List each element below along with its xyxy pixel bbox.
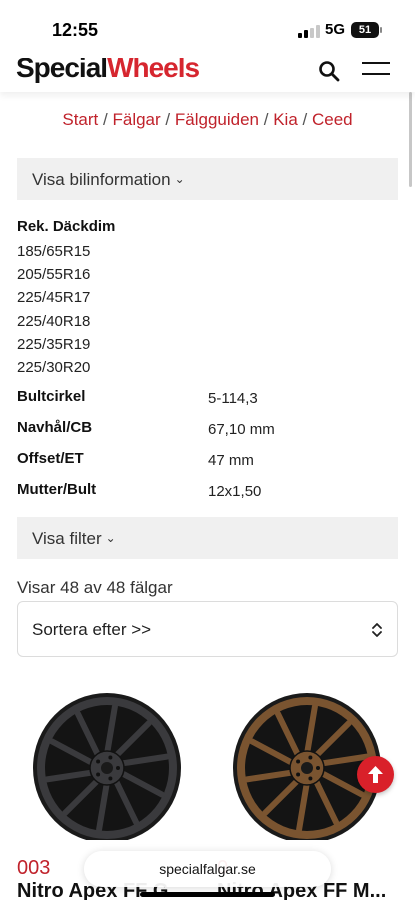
tire-size: 225/35R19 [17,335,91,353]
breadcrumb-separator: / [165,110,171,129]
sort-select-label: Sortera efter >> [32,620,152,639]
wheel-image[interactable] [17,690,197,840]
car-info-toggle[interactable]: Visa bilinformation ⌄ [17,158,398,200]
scrollbar[interactable] [409,92,412,187]
scroll-to-top-button[interactable] [357,756,394,793]
logo-text-special: Special [16,58,108,83]
clock: 12:55 [52,20,99,40]
tire-size: 205/55R16 [17,266,91,284]
network-label: 5G [325,21,346,38]
address-bar[interactable]: specialfalgar.se [84,851,331,887]
sort-select[interactable]: Sortera efter >> [17,601,398,657]
signal-icon [298,25,320,38]
spec-label: Mutter/Bult [17,481,97,498]
car-info-toggle-label: Visa bilinformation [32,170,171,189]
spec-value: 67,10 mm [208,421,275,438]
tire-size-list: 185/65R15 205/55R16 225/45R17 225/40R18 … [17,240,90,379]
chevron-down-icon: ⌄ [105,531,116,545]
logo-text-wheels: Wheels [107,58,200,83]
filter-toggle[interactable]: Visa filter ⌄ [17,517,398,559]
status-bar: 12:55 5G 51 [0,0,415,58]
menu-icon[interactable] [362,62,390,80]
site-header: SpecialWheels [0,58,415,92]
breadcrumb-ceed[interactable]: Ceed [312,110,353,129]
search-icon[interactable] [318,60,340,82]
address-bar-url: specialfalgar.se [159,861,256,877]
tire-size: 225/45R17 [17,289,91,307]
spec-value: 47 mm [208,452,254,469]
breadcrumb-start[interactable]: Start [62,110,98,129]
site-logo[interactable]: SpecialWheels [16,58,200,84]
product-number: 003 [17,857,51,879]
filter-toggle-label: Visa filter [32,529,102,548]
tire-size: 225/30R20 [17,359,91,377]
home-indicator[interactable] [140,892,275,897]
spec-label: Navhål/CB [17,419,93,436]
chevron-down-icon: ⌄ [174,172,185,186]
spec-label: Offset/ET [17,450,84,467]
breadcrumb-separator: / [103,110,108,129]
tire-size-heading: Rek. Däckdim [17,218,115,235]
tire-size: 225/40R18 [17,312,91,330]
breadcrumb-separator: / [302,110,308,129]
spec-value: 12x1,50 [208,483,262,500]
breadcrumb-falgguiden[interactable]: Fälgguiden [175,110,259,129]
result-count: Visar 48 av 48 fälgar [17,578,173,597]
spec-value: 5-114,3 [208,390,258,407]
breadcrumb-falgar[interactable]: Fälgar [112,110,160,129]
breadcrumb: Start / Fälgar / Fälgguiden / Kia / Ceed [0,110,415,130]
select-arrows-icon [372,623,382,637]
arrow-up-icon [368,766,383,783]
tire-size-label: Rek. Däckdim [17,218,116,235]
tire-size: 185/65R15 [17,243,91,260]
spec-label: Bultcirkel [17,388,86,405]
breadcrumb-kia[interactable]: Kia [273,110,298,129]
battery-icon: 51 [351,22,382,38]
breadcrumb-separator: / [263,110,269,129]
